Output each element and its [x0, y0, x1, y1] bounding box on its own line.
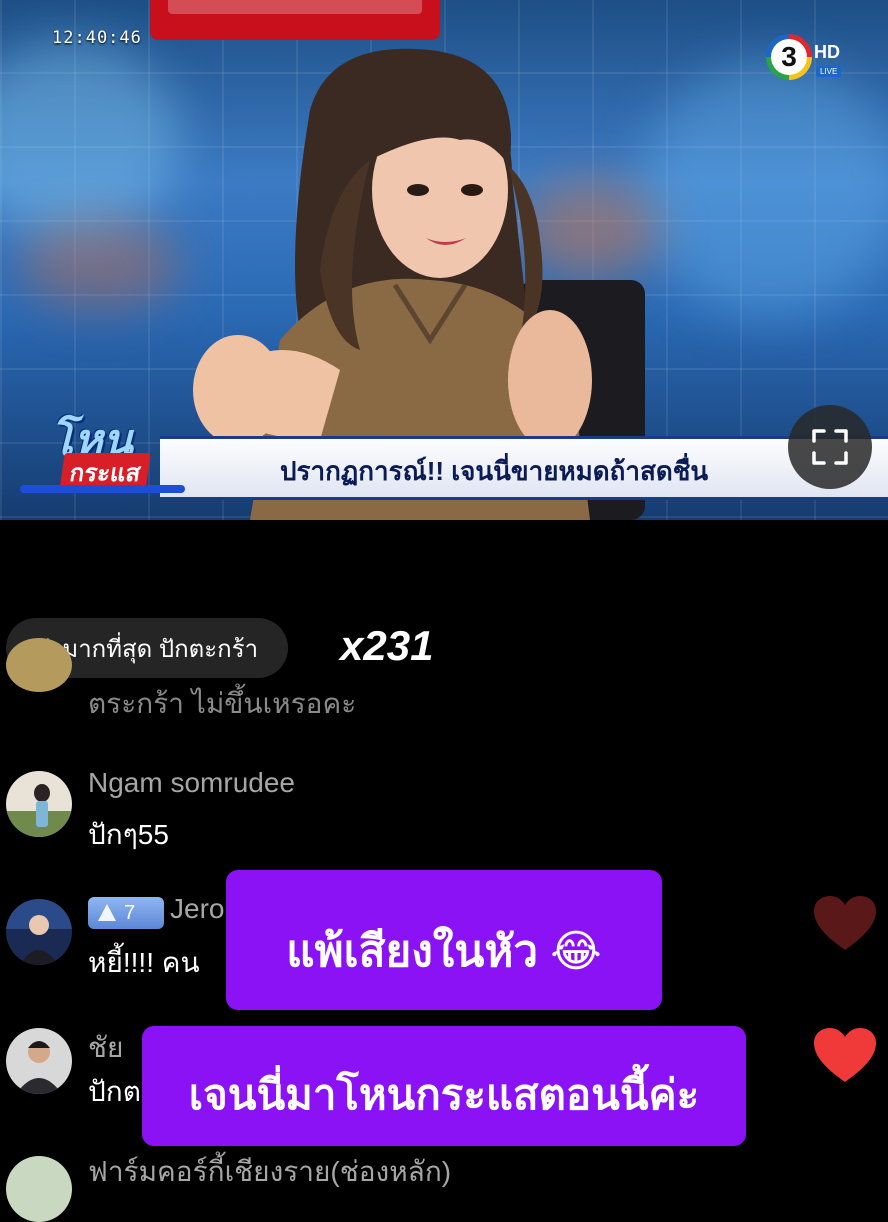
ticker-headline: ปรากฏการณ์!! เจนนี่ขายหมดถ้าสดชื่น — [280, 456, 709, 486]
chat-comment: Ngam somrudee ปักๆ55 — [0, 765, 888, 850]
avatar[interactable] — [6, 1028, 72, 1094]
fullscreen-icon — [812, 429, 848, 465]
studio-light — [640, 60, 888, 320]
comment-username[interactable]: ชัย — [88, 1026, 123, 1070]
comment-username[interactable]: Ngam somrudee — [88, 767, 295, 799]
fullscreen-button[interactable] — [788, 405, 872, 489]
studio-light — [20, 220, 180, 310]
avatar[interactable] — [6, 638, 72, 692]
heart-icon — [814, 1028, 876, 1082]
avatar[interactable] — [6, 899, 72, 965]
comment-message: หยี้!!!! คน — [88, 947, 200, 978]
studio-backdrop-sign — [150, 0, 440, 40]
comment-message: ปักๆ55 — [88, 819, 169, 850]
heart-icon — [814, 896, 876, 950]
comment-message: ตระกร้า ไม่ขึ้นเหรอคะ — [88, 688, 357, 719]
studio-light — [0, 40, 180, 240]
news-ticker: ปรากฏการณ์!! เจนนี่ขายหมดถ้าสดชื่น — [160, 436, 888, 500]
live-video[interactable]: 12:40:46 3 HD LIVE ปรากฏการณ์!! เจนนี่ขา… — [0, 0, 888, 520]
comment-message: ปักต — [88, 1076, 141, 1107]
avatar[interactable] — [6, 1156, 72, 1222]
triangle-level-icon — [98, 904, 116, 921]
chat-comment: ตระกร้า ไม่ขึ้นเหรอคะ — [0, 638, 888, 720]
level-badge: 7 — [88, 897, 164, 929]
comment-username[interactable]: Jero — [170, 893, 224, 925]
avatar[interactable] — [6, 771, 72, 837]
caption-overlay-1: แพ้เสียงในหัว 😂 — [226, 870, 662, 1010]
comment-username[interactable]: ฟาร์มคอร์กี้เชียงราย(ช่องหลัก) — [88, 1150, 451, 1194]
caption-overlay-2: เจนนี่มาโหนกระแสตอนนี้ค่ะ — [142, 1026, 746, 1146]
chat-comment: ฟาร์มคอร์กี้เชียงราย(ช่องหลัก) — [0, 1150, 888, 1222]
channel-3-logo: 3 HD LIVE — [766, 34, 850, 82]
broadcast-timestamp: 12:40:46 — [52, 28, 142, 48]
show-logo: โหน กระแส — [20, 405, 195, 495]
